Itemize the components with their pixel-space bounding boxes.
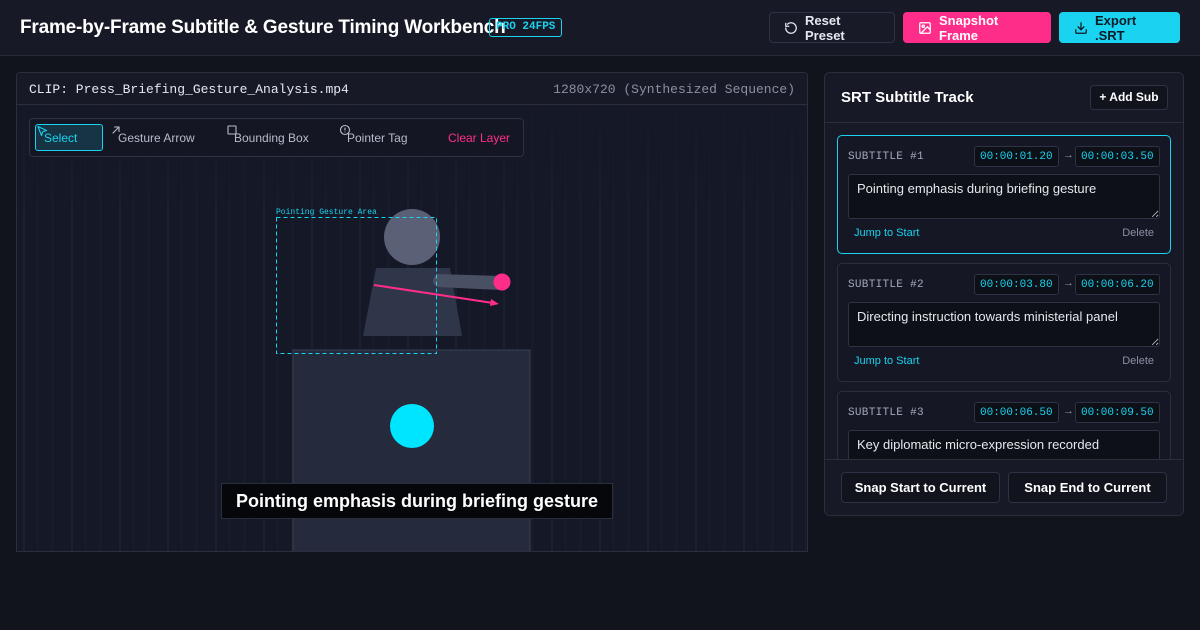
download-icon [1075,21,1087,34]
reset-preset-label: Reset Preset [805,12,845,43]
snapshot-frame-button[interactable]: Snapshot Frame [903,12,1051,43]
clip-info-bar: CLIP: Press_Briefing_Gesture_Analysis.mp… [17,73,807,105]
info-circle-icon [339,124,351,136]
reset-preset-button[interactable]: Reset Preset [769,12,895,43]
subtitle-start-time[interactable] [974,274,1059,295]
snap-start-button[interactable]: Snap Start to Current [841,472,1000,503]
image-icon [919,21,931,34]
annotation-toolbar: Select Gesture Arrow Bounding Box Pointe… [29,118,524,157]
subtitle-label: SUBTITLE #3 [848,407,924,419]
cursor-icon [37,125,48,137]
tool-select-label: Select [44,130,78,145]
jump-to-start-link[interactable]: Jump to Start [854,355,919,367]
export-srt-label: Export .SRT [1095,12,1137,43]
subtitle-end-time[interactable] [1075,402,1160,423]
subtitle-text-field[interactable]: Key diplomatic micro-expression recorded [848,430,1160,459]
time-arrow-icon: → [1063,405,1074,417]
delete-subtitle-button[interactable]: Delete [1122,355,1154,367]
subtitle-card[interactable]: SUBTITLE #1 → Pointing emphasis during b… [837,135,1171,254]
app-title: Frame-by-Frame Subtitle & Gesture Timing… [20,17,506,38]
pro-badge: PRO 24FPS [489,18,563,37]
srt-panel-title: SRT Subtitle Track [841,89,974,106]
subtitle-start-time[interactable] [974,402,1059,423]
snapshot-frame-label: Snapshot Frame [939,12,999,43]
jump-to-start-link[interactable]: Jump to Start [854,227,919,239]
clip-name: CLIP: Press_Briefing_Gesture_Analysis.mp… [29,82,349,97]
clear-layer-button[interactable]: Clear Layer [440,124,518,151]
snap-controls: Snap Start to Current Snap End to Curren… [825,459,1183,515]
subtitle-text-field[interactable]: Pointing emphasis during briefing gestur… [848,174,1160,219]
subtitle-label: SUBTITLE #2 [848,279,924,291]
tool-gesture-arrow[interactable]: Gesture Arrow [110,124,203,151]
tool-bounding-box-label: Bounding Box [234,130,309,145]
snap-end-button[interactable]: Snap End to Current [1008,472,1167,503]
srt-subtitle-panel: SRT Subtitle Track + Add Sub SUBTITLE #1… [824,72,1184,516]
subtitle-label: SUBTITLE #1 [848,151,924,163]
export-srt-button[interactable]: Export .SRT [1059,12,1180,43]
tool-pointer-tag-label: Pointer Tag [347,130,408,145]
subtitle-overlay: Pointing emphasis during briefing gestur… [221,483,614,519]
video-panel: CLIP: Press_Briefing_Gesture_Analysis.mp… [16,72,808,552]
tool-gesture-arrow-label: Gesture Arrow [118,130,195,145]
time-arrow-icon: → [1063,149,1074,161]
subtitle-card[interactable]: SUBTITLE #3 → Key diplomatic micro-expre… [837,391,1171,459]
subtitle-list[interactable]: SUBTITLE #1 → Pointing emphasis during b… [825,123,1183,459]
app-header: Frame-by-Frame Subtitle & Gesture Timing… [0,0,1200,56]
subtitle-end-time[interactable] [1075,146,1160,167]
tool-select[interactable]: Select [35,124,103,151]
podium [292,349,531,551]
tool-pointer-tag[interactable]: Pointer Tag [339,124,416,151]
subtitle-card[interactable]: SUBTITLE #2 → Directing instruction towa… [837,263,1171,382]
bounding-box-label: Pointing Gesture Area [276,208,377,217]
reset-icon [785,21,797,34]
podium-emblem [390,404,434,448]
arrow-up-right-icon [112,126,120,134]
pointer-tag-marker[interactable] [493,273,511,291]
subtitle-start-time[interactable] [974,146,1059,167]
time-arrow-icon: → [1063,277,1074,289]
delete-subtitle-button[interactable]: Delete [1122,227,1154,239]
square-icon [227,125,237,135]
tool-bounding-box[interactable]: Bounding Box [226,124,317,151]
clip-resolution: 1280x720 (Synthesized Sequence) [553,82,795,97]
subtitle-text-field[interactable]: Directing instruction towards ministeria… [848,302,1160,347]
subtitle-end-time[interactable] [1075,274,1160,295]
video-stage[interactable]: Pointing Gesture Area Select Gesture Arr… [17,106,807,551]
add-subtitle-button[interactable]: + Add Sub [1090,85,1168,110]
srt-panel-header: SRT Subtitle Track + Add Sub [825,73,1183,123]
